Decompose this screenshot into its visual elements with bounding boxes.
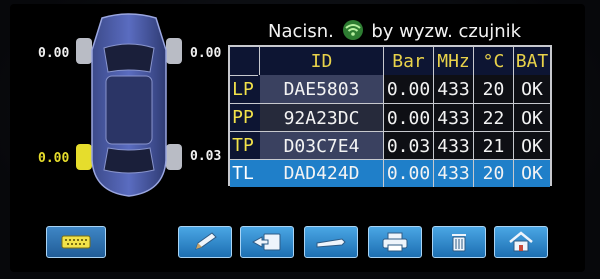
row-label: TP <box>228 131 258 159</box>
table-row[interactable]: D03C7E4 0.03 433 21 OK <box>230 131 550 160</box>
title-right: by wyzw. czujnik <box>371 21 522 42</box>
edit-button[interactable] <box>178 226 232 258</box>
pressure-cell: 0.00 <box>384 75 434 103</box>
freq-cell: 433 <box>434 75 474 103</box>
col-header-bar: Bar <box>384 47 434 75</box>
col-header-id: ID <box>260 47 384 75</box>
page-title: Nacisn. by wyzw. czujnik <box>268 20 521 42</box>
freq-cell: 433 <box>434 132 474 160</box>
connector-icon <box>61 235 91 249</box>
sensor-id: 92A23DC <box>260 104 384 132</box>
wireless-icon <box>342 20 363 40</box>
row-label: PP <box>228 103 258 131</box>
sensor-table: ID Bar MHz °C BAT DAE5803 0.00 433 20 OK… <box>228 45 552 187</box>
front-right-tire-icon <box>166 38 182 64</box>
pressure-cell: 0.00 <box>384 104 434 132</box>
delete-button[interactable] <box>432 226 486 258</box>
temp-cell: 20 <box>474 75 514 103</box>
sensor-id: DAE5803 <box>260 75 384 103</box>
battery-cell: OK <box>514 132 550 160</box>
rear-left-pressure: 0.00 <box>38 151 70 166</box>
transfer-icon <box>251 233 281 251</box>
transfer-button[interactable] <box>240 226 294 258</box>
home-button[interactable] <box>494 226 548 258</box>
tool-button[interactable] <box>304 226 358 258</box>
connector-button[interactable] <box>46 226 106 258</box>
battery-cell: OK <box>514 75 550 103</box>
trash-icon <box>452 234 466 252</box>
tire-iron-icon <box>316 238 346 248</box>
printer-icon <box>382 232 408 252</box>
home-icon <box>509 231 533 252</box>
front-right-pressure: 0.00 <box>190 46 222 61</box>
col-header-bat: BAT <box>515 50 549 72</box>
rear-right-pressure: 0.03 <box>190 149 222 164</box>
front-left-pressure: 0.00 <box>38 46 70 61</box>
pressure-cell: 0.00 <box>384 160 434 187</box>
table-header-row: ID Bar MHz °C BAT <box>230 47 550 75</box>
table-row[interactable]: DAE5803 0.00 433 20 OK <box>230 75 550 103</box>
col-header-mhz: MHz <box>434 47 474 75</box>
freq-cell: 433 <box>434 104 474 132</box>
col-header-temp: °C <box>474 47 514 75</box>
row-label: TL <box>228 159 258 187</box>
temp-cell: 20 <box>474 160 514 187</box>
freq-cell: 433 <box>434 160 474 187</box>
pencil-icon <box>195 232 217 250</box>
front-left-tire-icon <box>76 38 92 64</box>
title-left: Nacisn. <box>268 21 334 42</box>
table-row[interactable]: 92A23DC 0.00 433 22 OK <box>230 103 550 132</box>
car-top-view-icon <box>76 13 182 197</box>
temp-cell: 22 <box>474 104 514 132</box>
sensor-id: DAD424D <box>260 160 384 187</box>
print-button[interactable] <box>368 226 422 258</box>
battery-cell: OK <box>514 104 550 132</box>
pressure-cell: 0.03 <box>384 132 434 160</box>
rear-left-tire-icon <box>76 144 92 170</box>
battery-cell: OK <box>521 163 543 184</box>
table-row-selected[interactable]: DAD424D 0.00 433 20 OK <box>230 159 550 187</box>
row-label: LP <box>228 75 258 103</box>
sensor-id: D03C7E4 <box>260 132 384 160</box>
rear-right-tire-icon <box>166 144 182 170</box>
temp-cell: 21 <box>474 132 514 160</box>
